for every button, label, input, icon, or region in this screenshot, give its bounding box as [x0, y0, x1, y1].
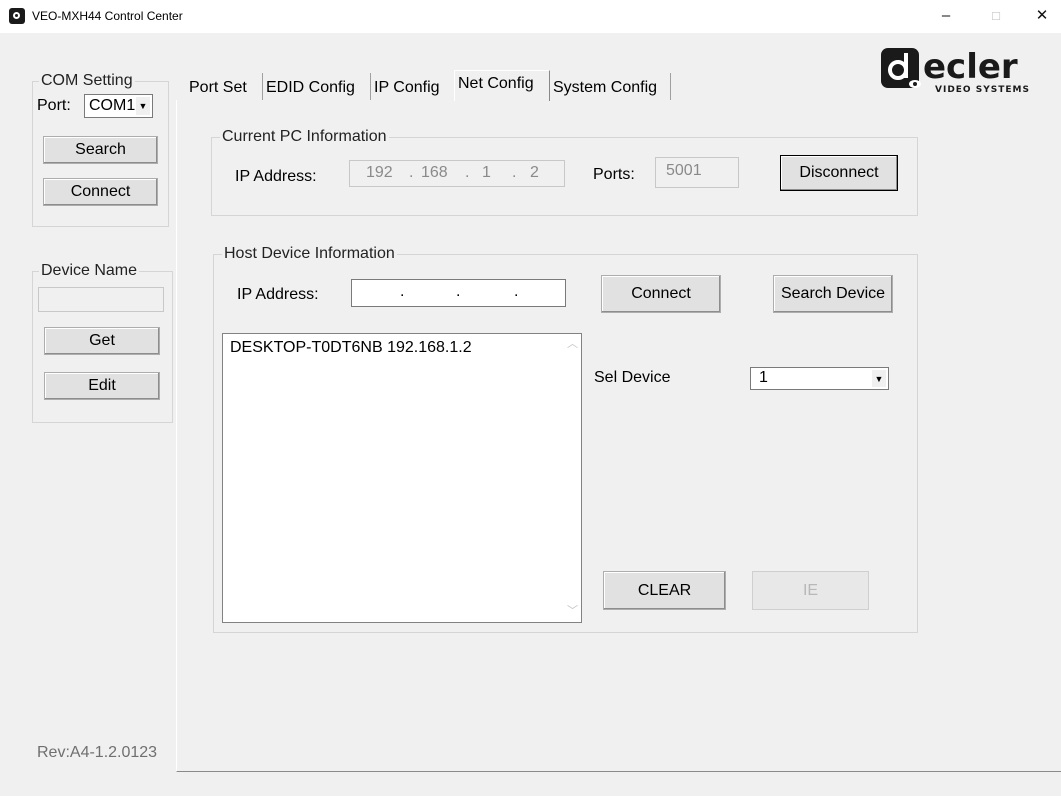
- port-select-value: COM1: [89, 97, 136, 114]
- pc-ip-octet-4: 2: [530, 164, 539, 181]
- chevron-down-icon[interactable]: ▼: [136, 97, 150, 115]
- scroll-down-icon[interactable]: ﹀: [564, 603, 581, 620]
- chevron-down-icon[interactable]: ▼: [872, 370, 886, 387]
- port-label: Port:: [37, 97, 71, 114]
- tab-edid-config[interactable]: EDID Config: [263, 73, 371, 100]
- ecler-logo: ecler VIDEO SYSTEMS: [879, 46, 1044, 96]
- host-device-title: Host Device Information: [222, 245, 397, 263]
- list-item[interactable]: DESKTOP-T0DT6NB 192.168.1.2: [230, 339, 472, 357]
- com-search-button[interactable]: Search: [43, 136, 158, 164]
- edit-device-name-button[interactable]: Edit: [44, 372, 160, 400]
- ecler-logo-graphic: ecler VIDEO SYSTEMS: [881, 47, 1030, 95]
- search-device-button[interactable]: Search Device: [773, 275, 893, 313]
- com-setting-title: COM Setting: [39, 72, 135, 90]
- title-bar: VEO-MXH44 Control Center – □ ✕: [0, 0, 1061, 33]
- pc-ports-value: 5001: [666, 162, 702, 179]
- pc-ip-octet-2: 168: [421, 164, 448, 181]
- device-name-title: Device Name: [39, 262, 140, 280]
- pc-ip-label: IP Address:: [235, 168, 317, 185]
- host-connect-button[interactable]: Connect: [601, 275, 721, 313]
- port-select[interactable]: COM1 ▼: [84, 94, 153, 118]
- tab-net-config[interactable]: Net Config: [454, 70, 550, 101]
- tab-port-set[interactable]: Port Set: [186, 73, 263, 100]
- device-list-scrollbar[interactable]: ︿ ﹀: [564, 334, 581, 622]
- pc-ports-label: Ports:: [593, 166, 635, 183]
- tab-ip-config[interactable]: IP Config: [371, 73, 454, 100]
- pc-ip-octet-1: 192: [366, 164, 393, 181]
- ie-button[interactable]: IE: [752, 571, 869, 610]
- sel-device-label: Sel Device: [594, 369, 671, 386]
- device-name-field[interactable]: [38, 287, 164, 312]
- logo-brand-text: ecler: [923, 47, 1018, 87]
- clear-button[interactable]: CLEAR: [603, 571, 726, 610]
- close-button[interactable]: ✕: [1030, 6, 1054, 26]
- com-connect-button[interactable]: Connect: [43, 178, 158, 206]
- disconnect-button[interactable]: Disconnect: [780, 155, 898, 191]
- app-icon: [9, 8, 25, 24]
- pc-ip-octet-3: 1: [482, 164, 491, 181]
- sel-device-value: 1: [759, 369, 768, 386]
- device-list[interactable]: DESKTOP-T0DT6NB 192.168.1.2 ︿ ﹀: [222, 333, 582, 623]
- host-ip-label: IP Address:: [237, 286, 319, 303]
- tab-system-config[interactable]: System Config: [550, 73, 671, 100]
- logo-sub-text: VIDEO SYSTEMS: [935, 85, 1030, 95]
- host-ip-field[interactable]: . . .: [351, 279, 566, 307]
- get-device-name-button[interactable]: Get: [44, 327, 160, 355]
- sel-device-select[interactable]: 1 ▼: [750, 367, 889, 390]
- minimize-button[interactable]: –: [934, 6, 958, 26]
- pc-ports-field: 5001: [655, 157, 739, 188]
- window-title: VEO-MXH44 Control Center: [32, 9, 183, 23]
- current-pc-title: Current PC Information: [220, 128, 389, 146]
- maximize-button[interactable]: □: [984, 6, 1008, 26]
- pc-ip-field: 192 . 168 . 1 . 2: [349, 160, 565, 187]
- revision-label: Rev:A4-1.2.0123: [37, 744, 158, 761]
- scroll-up-icon[interactable]: ︿: [564, 336, 581, 353]
